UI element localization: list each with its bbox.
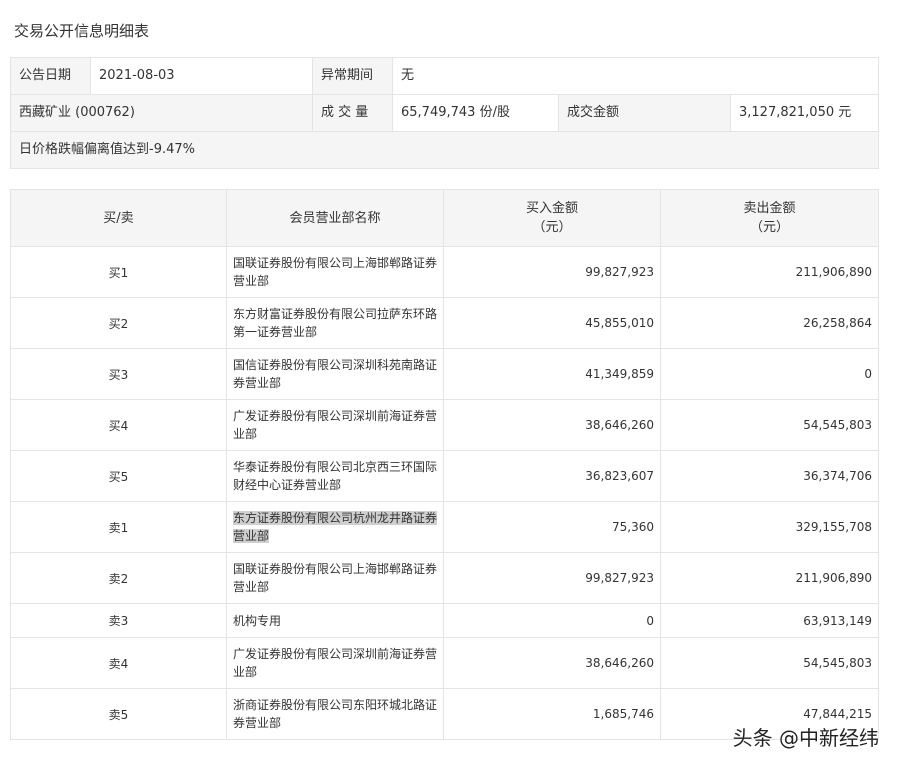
row-dept-line1: 浙商证券股份有限公司东阳环城北路证 — [233, 698, 438, 712]
row-side: 买2 — [10, 297, 227, 349]
row-dept-line2: 营业部 — [233, 580, 270, 594]
row-side: 卖4 — [10, 637, 227, 689]
row-dept: 国联证券股份有限公司上海邯郸路证券 营业部 — [226, 246, 444, 298]
row-side: 买4 — [10, 399, 227, 451]
row-buy-amount: 38,646,260 — [443, 399, 661, 451]
row-sell-amount: 0 — [660, 348, 879, 400]
row-dept-line2-selected: 营业部 — [233, 529, 270, 543]
abnormal-period-value: 无 — [391, 57, 880, 95]
row-dept-line2: 第一证券营业部 — [233, 325, 318, 339]
row-dept-line1: 国信证券股份有限公司深圳科苑南路证 — [233, 358, 438, 372]
row-dept: 浙商证券股份有限公司东阳环城北路证 券营业部 — [226, 688, 444, 740]
row-side: 卖3 — [10, 603, 227, 638]
table-row: 卖2 国联证券股份有限公司上海邯郸路证券 营业部 99,827,923 211,9… — [10, 552, 879, 604]
row-side: 买5 — [10, 450, 227, 502]
announce-date-value: 2021-08-03 — [90, 57, 313, 95]
header-buy-line2: （元） — [532, 220, 572, 235]
table-row: 买3 国信证券股份有限公司深圳科苑南路证 券营业部 41,349,859 0 — [10, 348, 879, 400]
header-buy-line1: 买入金额 — [525, 201, 578, 216]
page-title: 交易公开信息明细表 — [14, 22, 150, 40]
row-buy-amount: 99,827,923 — [443, 246, 661, 298]
header-buy-amount: 买入金额 （元） — [443, 189, 661, 247]
table-row: 买2 东方财富证券股份有限公司拉萨东环路 第一证券营业部 45,855,010 2… — [10, 297, 879, 349]
table-row: 卖1 东方证券股份有限公司杭州龙井路证券 营业部 75,360 329,155,7… — [10, 501, 879, 553]
header-dept: 会员营业部名称 — [226, 189, 444, 247]
row-dept-line1: 广发证券股份有限公司深圳前海证券营 — [233, 409, 438, 423]
table-header-row: 买/卖 会员营业部名称 买入金额 （元） 卖出金额 （元） — [10, 189, 879, 247]
table-row: 卖4 广发证券股份有限公司深圳前海证券营 业部 38,646,260 54,545… — [10, 637, 879, 689]
row-dept-line1: 华泰证券股份有限公司北京西三环国际 — [233, 460, 438, 474]
row-side: 卖1 — [10, 501, 227, 553]
row-dept-line2: 业部 — [233, 665, 258, 679]
row-buy-amount: 38,646,260 — [443, 637, 661, 689]
row-side: 卖2 — [10, 552, 227, 604]
table-row: 买5 华泰证券股份有限公司北京西三环国际 财经中心证券营业部 36,823,607… — [10, 450, 879, 502]
stock-name: 西藏矿业 (000762) — [10, 94, 313, 132]
row-sell-amount: 26,258,864 — [660, 297, 879, 349]
row-sell-amount: 54,545,803 — [660, 399, 879, 451]
row-dept-line2: 业部 — [233, 427, 258, 441]
table-row: 卖3 机构专用 0 63,913,149 — [10, 603, 879, 638]
row-buy-amount: 1,685,746 — [443, 688, 661, 740]
row-dept-line1: 国联证券股份有限公司上海邯郸路证券 — [233, 562, 438, 576]
row-sell-amount: 36,374,706 — [660, 450, 879, 502]
row-dept-line1: 东方财富证券股份有限公司拉萨东环路 — [233, 307, 438, 321]
row-buy-amount: 99,827,923 — [443, 552, 661, 604]
volume-value: 65,749,743 份/股 — [392, 94, 559, 132]
row-sell-amount: 211,906,890 — [660, 246, 879, 298]
table-row: 买1 国联证券股份有限公司上海邯郸路证券 营业部 99,827,923 211,9… — [10, 246, 879, 298]
turnover-value: 3,127,821,050 元 — [729, 94, 880, 132]
row-dept-line2: 券营业部 — [233, 716, 282, 730]
row-dept-line1-selected: 东方证券股份有限公司杭州龙井路证券 — [233, 511, 438, 525]
turnover-label: 成交金额 — [558, 94, 731, 132]
row-sell-amount: 211,906,890 — [660, 552, 879, 604]
row-side: 买3 — [10, 348, 227, 400]
header-side: 买/卖 — [10, 189, 227, 247]
row-side: 买1 — [10, 246, 227, 298]
row-dept: 广发证券股份有限公司深圳前海证券营 业部 — [226, 399, 444, 451]
header-sell-amount: 卖出金额 （元） — [660, 189, 879, 247]
row-sell-amount: 63,913,149 — [660, 603, 879, 638]
row-dept: 华泰证券股份有限公司北京西三环国际 财经中心证券营业部 — [226, 450, 444, 502]
row-dept-line2: 营业部 — [233, 274, 270, 288]
row-dept-line1: 国联证券股份有限公司上海邯郸路证券 — [233, 256, 438, 270]
row-sell-amount: 54,545,803 — [660, 637, 879, 689]
row-buy-amount: 36,823,607 — [443, 450, 661, 502]
row-dept-line1: 广发证券股份有限公司深圳前海证券营 — [233, 647, 438, 661]
row-dept-line2: 财经中心证券营业部 — [233, 478, 342, 492]
row-dept: 东方证券股份有限公司杭州龙井路证券 营业部 — [226, 501, 444, 553]
watermark: 头条 @中新经纬 — [732, 726, 879, 750]
header-sell-line2: （元） — [749, 220, 789, 235]
announce-date-label: 公告日期 — [10, 57, 91, 95]
row-dept: 广发证券股份有限公司深圳前海证券营 业部 — [226, 637, 444, 689]
row-dept: 东方财富证券股份有限公司拉萨东环路 第一证券营业部 — [226, 297, 444, 349]
deviation-note: 日价格跌幅偏离值达到-9.47% — [9, 131, 880, 169]
table-row: 买4 广发证券股份有限公司深圳前海证券营 业部 38,646,260 54,545… — [10, 399, 879, 451]
row-buy-amount: 75,360 — [443, 501, 661, 553]
row-dept: 机构专用 — [226, 603, 444, 638]
row-dept: 国信证券股份有限公司深圳科苑南路证 券营业部 — [226, 348, 444, 400]
row-sell-amount: 329,155,708 — [660, 501, 879, 553]
trade-detail-table: 买/卖 会员营业部名称 买入金额 （元） 卖出金额 （元） 买1 国联证券股份有限公… — [10, 189, 879, 740]
row-dept-line2: 券营业部 — [233, 376, 282, 390]
summary-table: 公告日期 2021-08-03 异常期间 无 西藏矿业 (000762) 成 交… — [9, 57, 880, 169]
row-dept: 国联证券股份有限公司上海邯郸路证券 营业部 — [226, 552, 444, 604]
row-buy-amount: 45,855,010 — [443, 297, 661, 349]
row-side: 卖5 — [10, 688, 227, 740]
volume-label: 成 交 量 — [312, 94, 393, 132]
row-buy-amount: 0 — [443, 603, 661, 638]
abnormal-period-label: 异常期间 — [312, 57, 393, 95]
row-buy-amount: 41,349,859 — [443, 348, 661, 400]
header-sell-line1: 卖出金额 — [743, 201, 796, 216]
